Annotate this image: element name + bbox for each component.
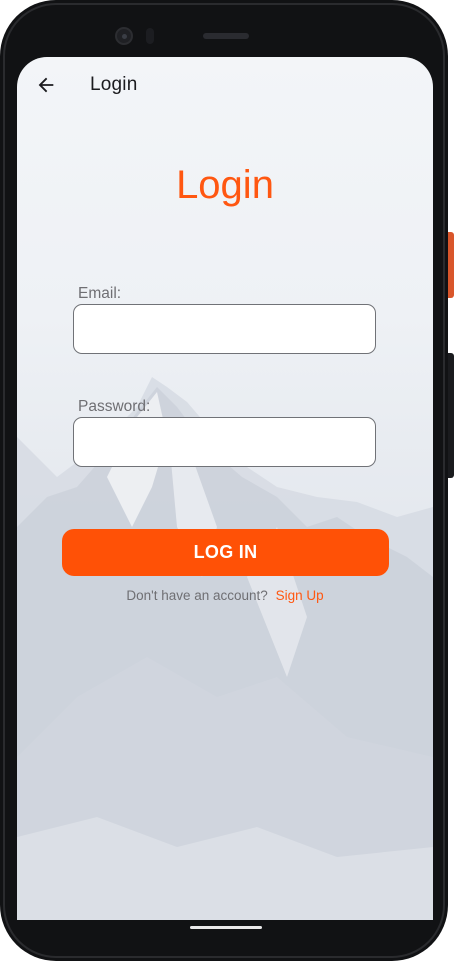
app-screen: Login Login Email: Password: LOG IN Don'…: [17, 57, 433, 920]
earpiece-speaker: [203, 33, 249, 39]
signup-row: Don't have an account? Sign Up: [17, 588, 433, 603]
login-button[interactable]: LOG IN: [62, 529, 389, 576]
email-field[interactable]: [73, 304, 376, 354]
proximity-sensor: [146, 28, 154, 44]
page-title: Login: [176, 163, 274, 207]
volume-button: [448, 353, 454, 478]
signup-link[interactable]: Sign Up: [276, 588, 324, 603]
password-field[interactable]: [73, 417, 376, 467]
app-bar: Login: [17, 57, 433, 113]
phone-frame: Login Login Email: Password: LOG IN Don'…: [0, 0, 448, 961]
email-label: Email:: [78, 285, 122, 302]
arrow-back-icon[interactable]: [35, 74, 57, 96]
app-bar-title: Login: [90, 74, 138, 95]
front-camera: [115, 27, 133, 45]
power-button: [448, 232, 454, 298]
signup-prompt: Don't have an account?: [126, 588, 268, 603]
gesture-nav-handle[interactable]: [190, 926, 262, 929]
password-label: Password:: [78, 398, 151, 415]
